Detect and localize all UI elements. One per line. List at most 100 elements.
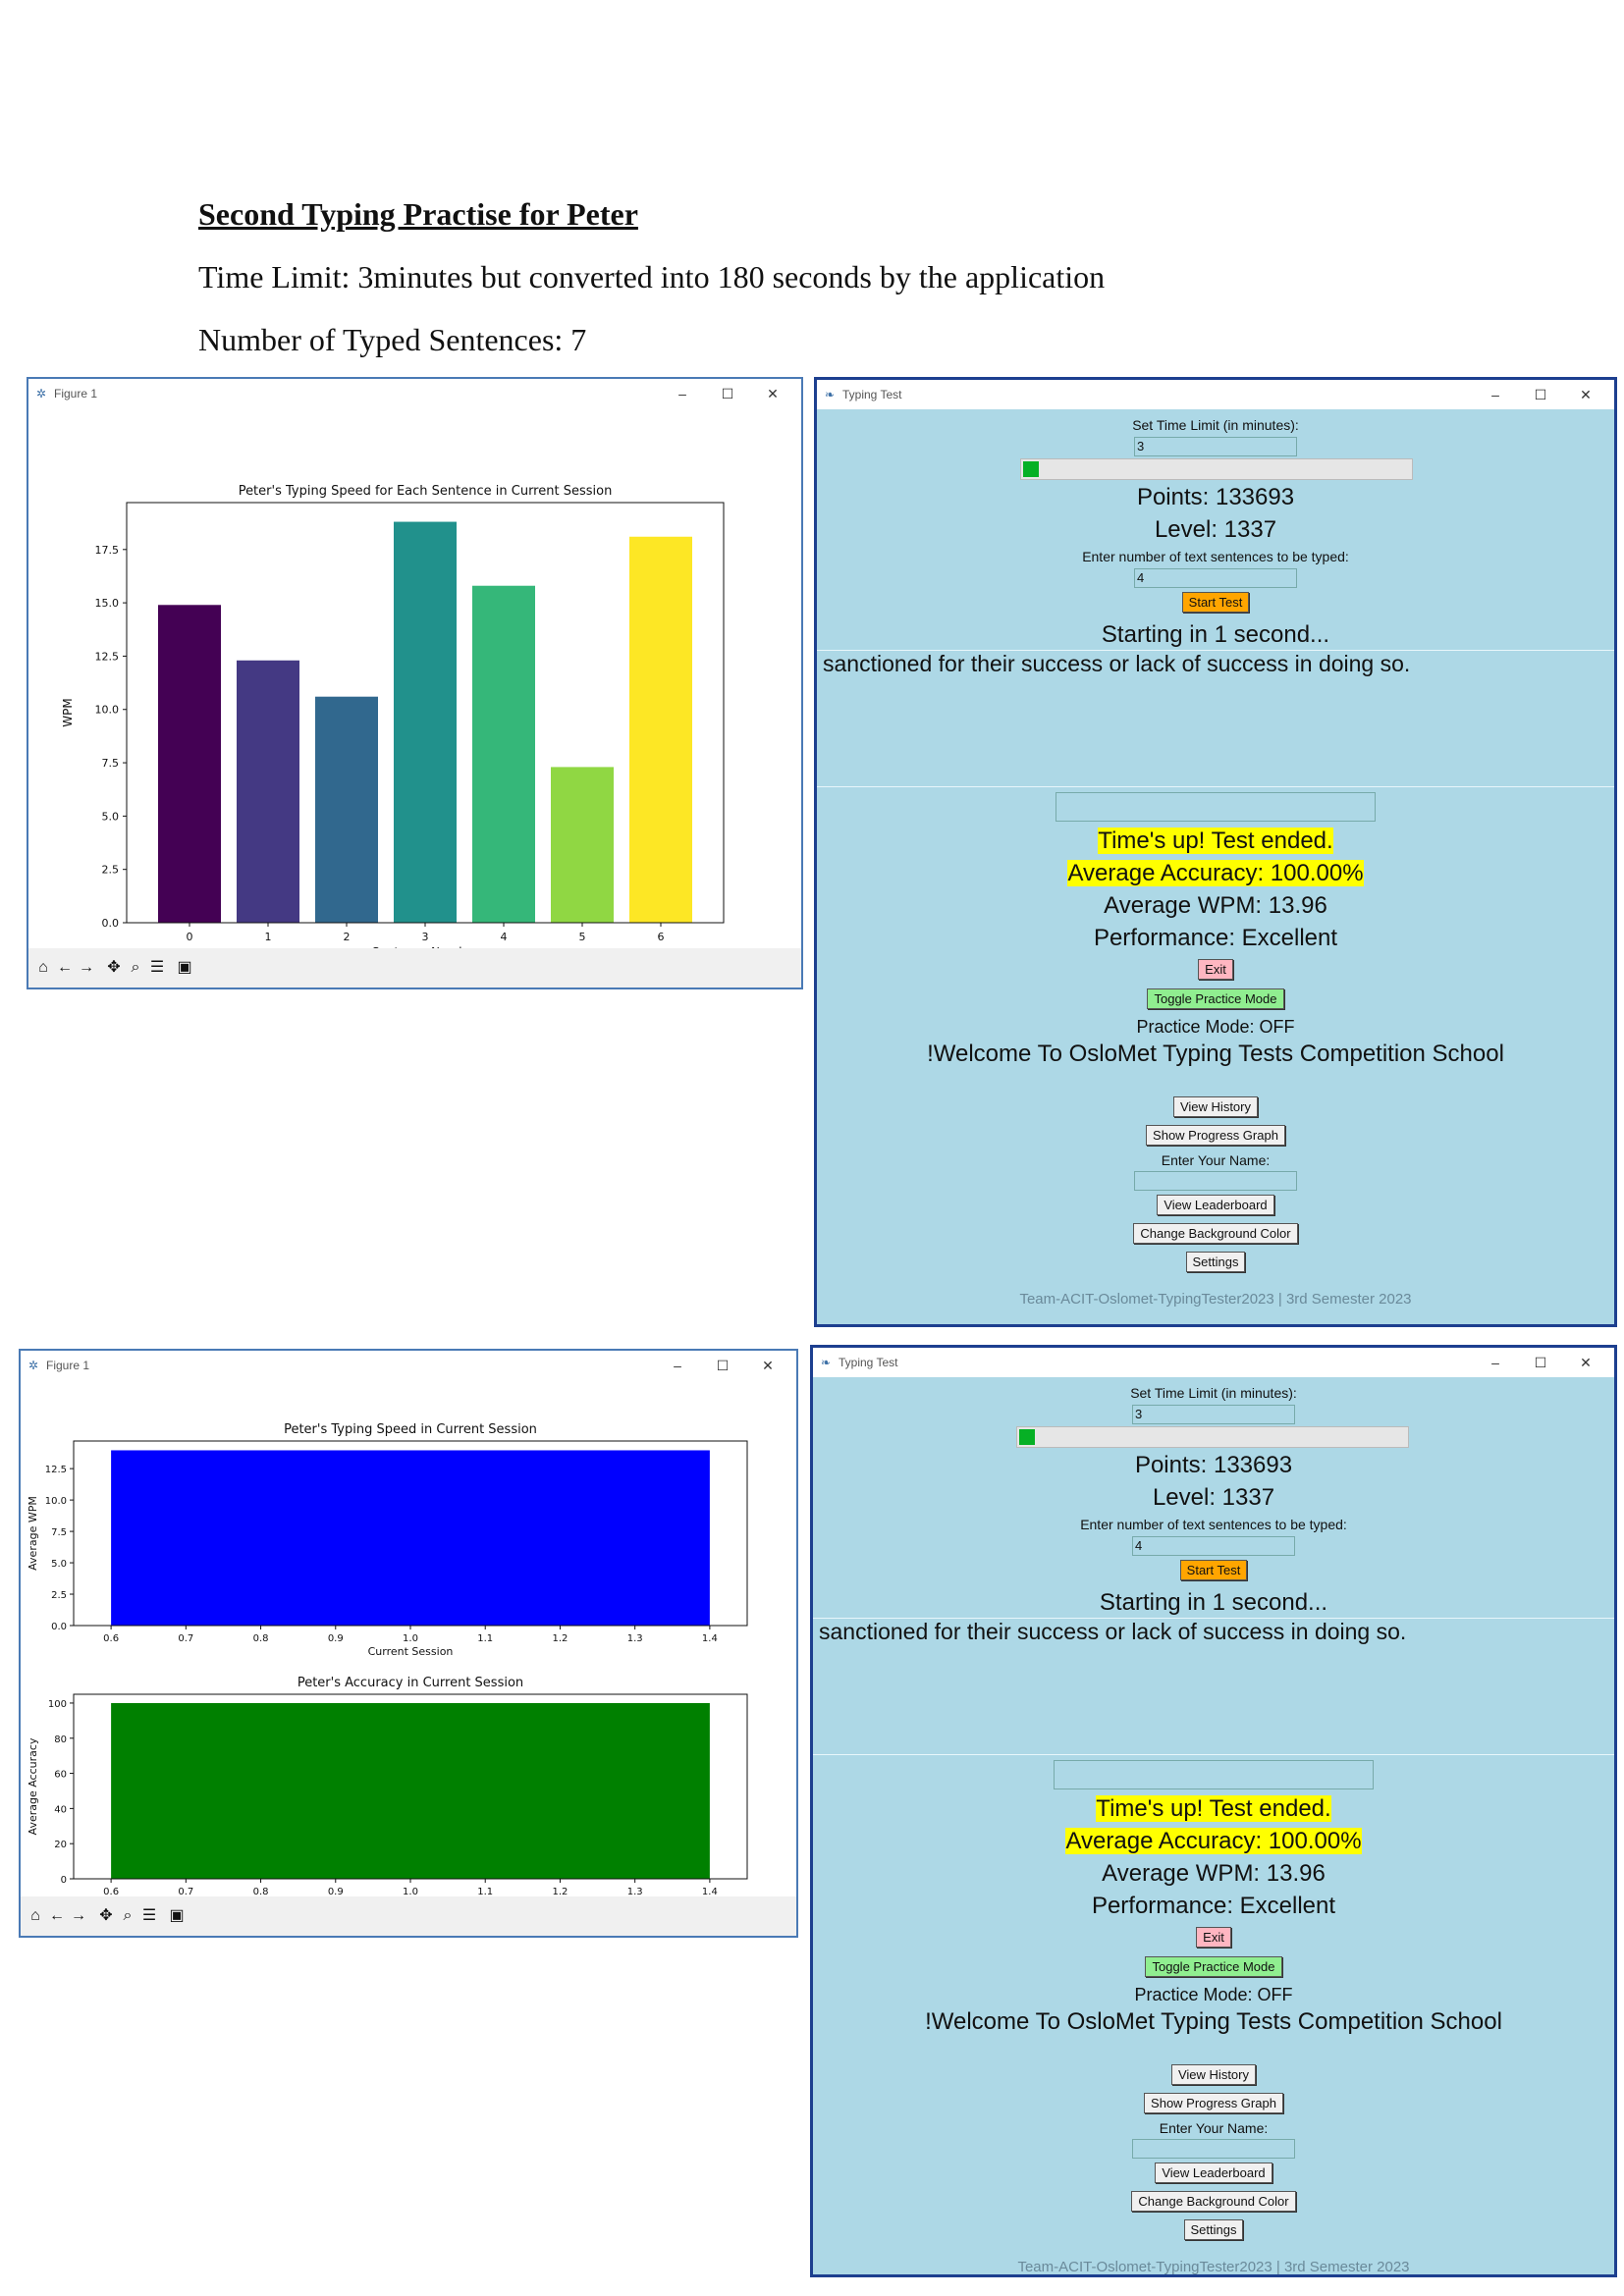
- document-title: Second Typing Practise for Peter: [198, 196, 638, 232]
- change-background-button[interactable]: Change Background Color: [1131, 2191, 1296, 2212]
- figure-canvas[interactable]: Peter's Typing Speed for Each Sentence i…: [28, 408, 801, 959]
- start-test-button[interactable]: Start Test: [1179, 1560, 1248, 1580]
- y-tick-label: 10.0: [45, 1496, 67, 1507]
- time-limit-label: Set Time Limit (in minutes):: [1130, 1385, 1297, 1401]
- figure-canvas[interactable]: Peter's Typing Speed in Current Session 0…: [21, 1380, 796, 1911]
- sentence-count-text: Number of Typed Sentences: 7: [198, 322, 587, 357]
- close-icon[interactable]: ✕: [1563, 387, 1608, 403]
- exit-button[interactable]: Exit: [1198, 959, 1233, 980]
- progress-fill: [1023, 461, 1039, 477]
- back-icon[interactable]: ←: [46, 1904, 68, 1928]
- start-test-button[interactable]: Start Test: [1181, 592, 1250, 613]
- x-tick-label: 3: [422, 931, 429, 943]
- typing-test-window: ❧ Typing Test – ☐ ✕ Set Time Limit (in m…: [814, 377, 1617, 1327]
- pan-icon[interactable]: ✥: [103, 956, 125, 980]
- view-leaderboard-button[interactable]: View Leaderboard: [1155, 2163, 1272, 2183]
- maximize-icon[interactable]: ☐: [1518, 1355, 1563, 1371]
- x-tick-label: 0.8: [253, 1887, 269, 1896]
- forward-icon[interactable]: →: [76, 956, 97, 980]
- chart-title: Peter's Typing Speed in Current Session: [284, 1422, 537, 1437]
- configure-icon[interactable]: ☰: [138, 1904, 160, 1928]
- view-leaderboard-button[interactable]: View Leaderboard: [1157, 1195, 1274, 1215]
- pan-icon[interactable]: ✥: [95, 1904, 117, 1928]
- y-tick-label: 0.0: [51, 1622, 67, 1632]
- close-icon[interactable]: ✕: [1563, 1355, 1608, 1371]
- y-tick-label: 100: [48, 1699, 67, 1710]
- bar: [158, 605, 221, 923]
- bar: [315, 696, 378, 923]
- minimize-icon[interactable]: –: [1473, 1355, 1518, 1370]
- zoom-icon[interactable]: ⌕: [117, 1904, 138, 1928]
- chart-title: Peter's Typing Speed for Each Sentence i…: [239, 484, 613, 499]
- show-progress-graph-button[interactable]: Show Progress Graph: [1144, 2093, 1283, 2113]
- sentences-label: Enter number of text sentences to be typ…: [1080, 1517, 1347, 1532]
- footer-text: Team-ACIT-Oslomet-TypingTester2023 | 3rd…: [1019, 1291, 1412, 1308]
- maximize-icon[interactable]: ☐: [1518, 387, 1563, 403]
- x-tick-label: 0: [187, 931, 193, 943]
- maximize-icon[interactable]: ☐: [705, 386, 750, 402]
- y-axis-label: Average WPM: [27, 1496, 39, 1571]
- change-background-button[interactable]: Change Background Color: [1133, 1223, 1298, 1244]
- typing-input[interactable]: [1054, 1760, 1374, 1789]
- feather-icon: ❧: [824, 388, 836, 401]
- maximize-icon[interactable]: ☐: [700, 1358, 745, 1374]
- sentences-label: Enter number of text sentences to be typ…: [1082, 549, 1349, 564]
- level-label: Level: 1337: [1152, 1484, 1275, 1511]
- progress-bar: [1016, 1426, 1409, 1448]
- figure-toolbar: ⌂ ← → ✥ ⌕ ☰ ▣: [21, 1896, 796, 1936]
- sentences-input[interactable]: 4: [1134, 568, 1297, 588]
- performance-label: Performance: Excellent: [1093, 925, 1338, 951]
- typing-input[interactable]: [1056, 792, 1376, 822]
- view-history-button[interactable]: View History: [1172, 1096, 1258, 1117]
- y-tick-label: 17.5: [95, 544, 120, 557]
- y-axis-label: Average Accuracy: [27, 1737, 39, 1835]
- x-tick-label: 0.6: [103, 1887, 119, 1896]
- view-history-button[interactable]: View History: [1170, 2064, 1256, 2085]
- sentence-text: sanctioned for their success or lack of …: [823, 651, 1411, 676]
- y-tick-label: 5.0: [51, 1559, 67, 1570]
- x-tick-label: 1.1: [477, 1633, 493, 1644]
- save-icon[interactable]: ▣: [166, 1904, 188, 1928]
- minimize-icon[interactable]: –: [1473, 387, 1518, 402]
- x-tick-label: 0.6: [103, 1633, 119, 1644]
- close-icon[interactable]: ✕: [750, 386, 795, 402]
- forward-icon[interactable]: →: [68, 1904, 89, 1928]
- y-tick-label: 20: [54, 1840, 67, 1850]
- minimize-icon[interactable]: –: [655, 1358, 700, 1373]
- minimize-icon[interactable]: –: [660, 386, 705, 401]
- time-limit-input[interactable]: 3: [1134, 437, 1297, 456]
- figure-window-1: ✲ Figure 1 – ☐ ✕ Peter's Typing Speed fo…: [27, 377, 803, 989]
- back-icon[interactable]: ←: [54, 956, 76, 980]
- configure-icon[interactable]: ☰: [146, 956, 168, 980]
- x-tick-label: 2: [344, 931, 351, 943]
- zoom-icon[interactable]: ⌕: [125, 956, 146, 980]
- time-limit-input[interactable]: 3: [1132, 1405, 1295, 1424]
- x-tick-label: 6: [658, 931, 665, 943]
- name-input[interactable]: [1132, 2139, 1295, 2159]
- home-icon[interactable]: ⌂: [25, 1904, 46, 1928]
- name-input[interactable]: [1134, 1171, 1297, 1191]
- app-body: Set Time Limit (in minutes): 3 Points: 1…: [813, 1377, 1614, 2275]
- home-icon[interactable]: ⌂: [32, 956, 54, 980]
- settings-button[interactable]: Settings: [1183, 2219, 1244, 2240]
- figure-toolbar: ⌂ ← → ✥ ⌕ ☰ ▣: [28, 948, 801, 988]
- figure-title: Figure 1: [54, 387, 98, 400]
- toggle-practice-button[interactable]: Toggle Practice Mode: [1145, 1956, 1282, 1977]
- figure-window-2: ✲ Figure 1 – ☐ ✕ Peter's Typing Speed in…: [19, 1349, 798, 1938]
- app-title: Typing Test: [842, 388, 902, 401]
- save-icon[interactable]: ▣: [174, 956, 195, 980]
- show-progress-graph-button[interactable]: Show Progress Graph: [1146, 1125, 1285, 1146]
- x-tick-label: 1.0: [403, 1887, 418, 1896]
- toggle-practice-button[interactable]: Toggle Practice Mode: [1147, 988, 1284, 1009]
- sentence-display: sanctioned for their success or lack of …: [817, 650, 1614, 787]
- app-title: Typing Test: [839, 1356, 898, 1369]
- wpm-label: Average WPM: 13.96: [1104, 892, 1327, 919]
- x-tick-label: 1.3: [627, 1887, 643, 1896]
- close-icon[interactable]: ✕: [745, 1358, 790, 1374]
- sentences-input[interactable]: 4: [1132, 1536, 1295, 1556]
- exit-button[interactable]: Exit: [1196, 1927, 1231, 1948]
- name-label: Enter Your Name:: [1161, 1152, 1271, 1168]
- bar: [551, 767, 614, 923]
- bar: [111, 1450, 710, 1626]
- settings-button[interactable]: Settings: [1185, 1252, 1246, 1272]
